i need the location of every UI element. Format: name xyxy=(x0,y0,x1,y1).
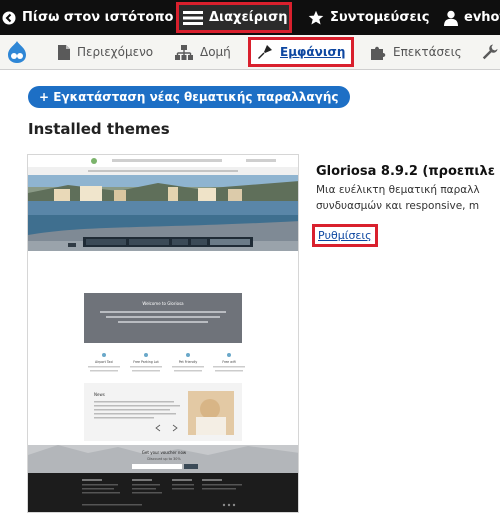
preview-hero-heading: Welcome to Gloriosa xyxy=(142,301,184,306)
theme-preview-image: Welcome to Gloriosa Airport Taxi Free Pa… xyxy=(28,155,298,512)
tray-item-configuration[interactable] xyxy=(482,35,500,69)
user-label: evhot xyxy=(464,10,500,25)
hamburger-icon xyxy=(183,10,203,26)
star-icon xyxy=(308,10,324,26)
preview-news-heading: News xyxy=(94,392,105,397)
drupal-logo-icon[interactable] xyxy=(6,35,28,69)
theme-description: Μια ευέλικτη θεματική παραλλ συνδυασμών … xyxy=(316,182,500,214)
preview-feature: Free Parking Lot xyxy=(133,360,159,364)
preview-feature: Free wifi xyxy=(222,360,235,364)
back-to-site-label: Πίσω στον ιστότοπο xyxy=(22,10,174,25)
tray-item-structure[interactable]: Δομή xyxy=(175,35,231,69)
back-arrow-icon xyxy=(2,11,16,25)
back-to-site-link[interactable]: Πίσω στον ιστότοπο xyxy=(0,0,182,35)
tray-item-appearance[interactable]: Εμφάνιση xyxy=(248,37,355,67)
install-new-theme-button[interactable]: + Εγκατάσταση νέας θεματικής παραλλαγής xyxy=(28,86,350,108)
preview-features: Airport Taxi Free Parking Lot Pet Friend… xyxy=(88,353,245,372)
structure-icon xyxy=(175,44,193,60)
shortcuts-label: Συντομεύσεις xyxy=(330,10,430,25)
theme-description-line: συνδυασμών και responsive, m xyxy=(316,200,480,212)
brush-icon xyxy=(257,44,273,60)
tray-item-label: Περιεχόμενο xyxy=(77,45,154,59)
preview-feature: Pet Friendly xyxy=(179,360,198,364)
theme-description-line: Μια ευέλικτη θεματική παραλλ xyxy=(316,184,480,196)
user-icon xyxy=(444,10,458,26)
tray-item-label: Δομή xyxy=(200,45,231,59)
preview-logo-icon xyxy=(91,158,97,164)
theme-screenshot: Welcome to Gloriosa Airport Taxi Free Pa… xyxy=(27,154,299,513)
tray-item-label: Εμφάνιση xyxy=(280,45,346,59)
theme-settings-link[interactable]: Ρυθμίσεις xyxy=(312,224,378,247)
wrench-icon xyxy=(482,44,498,60)
admin-tray: Περιεχόμενο Δομή Εμφάνιση Επεκτάσεις xyxy=(0,35,500,70)
tray-item-extensions[interactable]: Επεκτάσεις xyxy=(370,35,462,69)
tray-item-label: Επεκτάσεις xyxy=(393,45,462,59)
preview-newsletter-subtitle: Discount up to 30% xyxy=(147,457,181,461)
shortcuts-menu-button[interactable]: Συντομεύσεις xyxy=(300,0,437,35)
manage-label: Διαχείριση xyxy=(209,10,288,25)
preview-newsletter-title: Get your voucher now xyxy=(142,450,187,455)
installed-themes-heading: Installed themes xyxy=(28,120,170,138)
manage-menu-button[interactable]: Διαχείριση xyxy=(176,2,292,33)
admin-toolbar: Πίσω στον ιστότοπο Διαχείριση Συντομεύσε… xyxy=(0,0,500,35)
document-icon xyxy=(58,44,70,60)
puzzle-icon xyxy=(370,44,386,60)
preview-feature: Airport Taxi xyxy=(95,360,113,364)
tray-item-content[interactable]: Περιεχόμενο xyxy=(58,35,154,69)
user-menu-button[interactable]: evhot xyxy=(436,0,500,35)
theme-title: Gloriosa 8.9.2 (προεπιλε xyxy=(316,164,495,179)
